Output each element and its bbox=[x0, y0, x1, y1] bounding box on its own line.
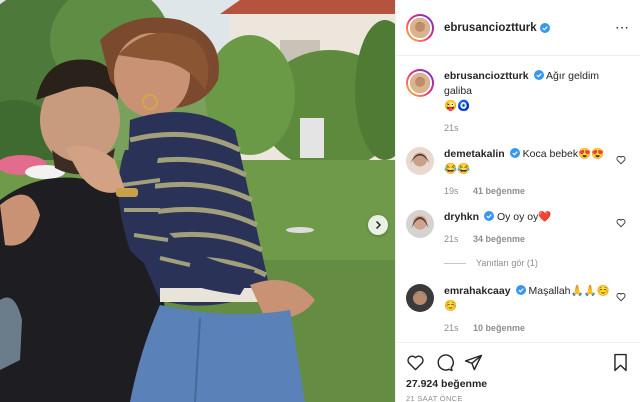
commenter-avatar[interactable] bbox=[406, 147, 434, 175]
comment-likes[interactable]: 41 beğenme bbox=[473, 186, 525, 196]
post-side-panel: ebrusancioztturk ⋯ ebrusancioztturk Ağır… bbox=[395, 0, 640, 402]
post-actions: 27.924 beğenme 21 SAAT ÖNCE bbox=[396, 342, 640, 402]
comment-text-continued: ☺️ bbox=[444, 300, 458, 312]
heart-icon[interactable] bbox=[406, 353, 425, 372]
comment-item: dryhkn Oy oy oy❤️ 21s 34 beğenme bbox=[406, 210, 630, 244]
comment-body: emrahakcaay Maşallah🙏🙏☺️ ☺️ 21s 10 beğen… bbox=[444, 284, 630, 333]
next-photo-button[interactable] bbox=[368, 215, 388, 235]
likes-count[interactable]: 27.924 beğenme bbox=[406, 378, 630, 390]
comment-likes[interactable]: 34 beğenme bbox=[473, 234, 525, 244]
comment-item: emrahakcaay Maşallah🙏🙏☺️ ☺️ 21s 10 beğen… bbox=[406, 284, 630, 333]
verified-badge-icon bbox=[515, 285, 526, 295]
comment-time[interactable]: 19s bbox=[444, 186, 459, 196]
author-avatar[interactable] bbox=[406, 13, 434, 42]
comment-username[interactable]: emrahakcaay bbox=[444, 285, 511, 297]
comment-text-continued: 😂😂 bbox=[444, 163, 471, 175]
view-replies-label: Yanıtları gör (1) bbox=[476, 258, 538, 268]
comment-body: dryhkn Oy oy oy❤️ 21s 34 beğenme bbox=[444, 210, 630, 244]
share-icon[interactable] bbox=[464, 353, 483, 372]
verified-badge-icon bbox=[533, 70, 544, 80]
comment-icon[interactable] bbox=[435, 353, 454, 372]
more-options-button[interactable]: ⋯ bbox=[615, 19, 630, 36]
photo-image bbox=[0, 0, 395, 402]
replies-divider bbox=[444, 262, 466, 264]
comment-time[interactable]: 21s bbox=[444, 323, 459, 333]
caption: ebrusancioztturk Ağır geldim galiba 😜🧿 2… bbox=[406, 69, 630, 133]
comment-username[interactable]: dryhkn bbox=[444, 211, 479, 223]
comment-body: demetakalin Koca bebek😍😍 😂😂 19s 41 beğen… bbox=[444, 147, 630, 196]
post-header: ebrusancioztturk ⋯ bbox=[396, 0, 640, 56]
bookmark-icon[interactable] bbox=[611, 353, 630, 372]
caption-avatar[interactable] bbox=[406, 69, 434, 97]
comment-username[interactable]: demetakalin bbox=[444, 148, 505, 160]
post-photo[interactable] bbox=[0, 0, 395, 402]
view-replies-button[interactable]: Yanıtları gör (1) bbox=[444, 258, 630, 268]
caption-username[interactable]: ebrusancioztturk bbox=[444, 70, 529, 82]
comment-text: Koca bebek😍😍 bbox=[522, 148, 605, 160]
comment-text: Maşallah🙏🙏☺️ bbox=[528, 285, 610, 297]
author-username[interactable]: ebrusancioztturk bbox=[444, 22, 537, 34]
verified-badge-icon bbox=[539, 22, 550, 33]
comment-text: Oy oy oy❤️ bbox=[496, 211, 552, 223]
comment-item: demetakalin Koca bebek😍😍 😂😂 19s 41 beğen… bbox=[406, 147, 630, 196]
comment-likes[interactable]: 10 beğenme bbox=[473, 323, 525, 333]
like-comment-heart-icon[interactable] bbox=[616, 292, 626, 302]
like-comment-heart-icon[interactable] bbox=[616, 155, 626, 165]
caption-emoji: 😜🧿 bbox=[444, 100, 471, 112]
verified-badge-icon bbox=[484, 211, 495, 221]
caption-body: ebrusancioztturk Ağır geldim galiba 😜🧿 2… bbox=[444, 69, 630, 133]
comments-list: ebrusancioztturk Ağır geldim galiba 😜🧿 2… bbox=[396, 57, 640, 341]
chevron-right-icon bbox=[375, 220, 382, 230]
commenter-avatar[interactable] bbox=[406, 284, 434, 312]
commenter-avatar[interactable] bbox=[406, 210, 434, 238]
post-time-ago[interactable]: 21 SAAT ÖNCE bbox=[406, 394, 630, 402]
verified-badge-icon bbox=[509, 148, 520, 158]
comment-time[interactable]: 21s bbox=[444, 234, 459, 244]
like-comment-heart-icon[interactable] bbox=[616, 218, 626, 228]
caption-time[interactable]: 21s bbox=[444, 123, 459, 133]
